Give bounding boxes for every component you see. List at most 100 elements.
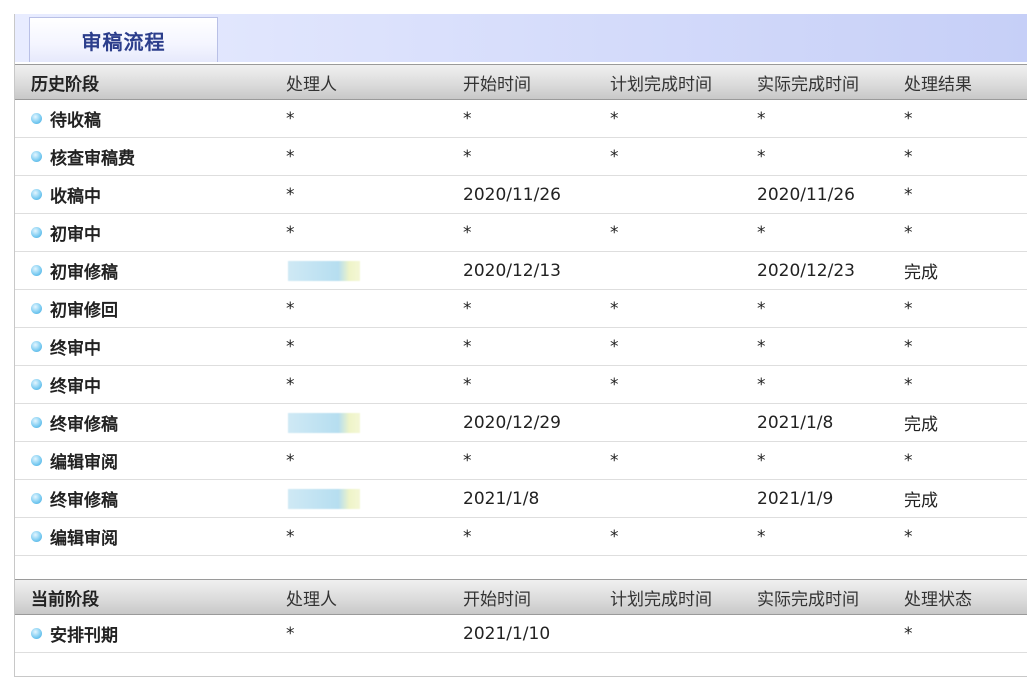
table-row: 初审修回 * * * * * [15,290,1027,328]
stage-label: 核查审稿费 [50,149,135,169]
header-actual-finish: 实际完成时间 [757,589,859,610]
header-start-time: 开始时间 [463,74,531,95]
handler-cell: * [286,184,295,205]
start-time-cell: * [463,526,472,547]
handler-cell: * [286,146,295,167]
handler-cell: * [286,298,295,319]
header-history-stage: 历史阶段 [31,74,99,95]
result-cell: * [904,184,913,205]
result-cell: 完成 [904,491,938,511]
header-actual-finish: 实际完成时间 [757,74,859,95]
actual-finish-cell: 2020/11/26 [757,184,855,205]
header-current-stage: 当前阶段 [31,589,99,610]
stage-label: 收稿中 [50,187,101,207]
tab-review-process[interactable]: 审稿流程 [29,17,218,62]
stage-cell: 终审中 [31,328,101,365]
planned-finish-cell: * [610,450,619,471]
start-time-cell: * [463,108,472,129]
result-cell: 完成 [904,415,938,435]
start-time-cell: 2020/11/26 [463,184,561,205]
stage-cell: 编辑审阅 [31,442,118,479]
history-table-header: 历史阶段 处理人 开始时间 计划完成时间 实际完成时间 处理结果 [15,64,1027,100]
actual-finish-cell: 2021/1/9 [757,488,834,509]
table-row: 安排刊期 * 2021/1/10 * [15,615,1027,653]
actual-finish-cell: * [757,336,766,357]
start-time-cell: * [463,298,472,319]
result-cell: 完成 [904,263,938,283]
redacted-handler [288,488,360,509]
stage-cell: 终审修稿 [31,404,118,441]
stage-label: 初审修稿 [50,263,118,283]
table-row: 初审中 * * * * * [15,214,1027,252]
actual-finish-cell: * [757,526,766,547]
actual-finish-cell: * [757,374,766,395]
stage-label: 待收稿 [50,111,101,131]
stage-cell: 核查审稿费 [31,138,135,175]
table-row: 编辑审阅 * * * * * [15,442,1027,480]
stage-cell: 待收稿 [31,100,101,137]
planned-finish-cell: * [610,336,619,357]
handler-cell: * [286,222,295,243]
actual-finish-cell: * [757,146,766,167]
stage-label: 初审修回 [50,301,118,321]
stage-cell: 初审修稿 [31,252,118,289]
table-row: 终审中 * * * * * [15,366,1027,404]
redacted-handler [288,412,360,433]
result-cell: * [904,298,913,319]
planned-finish-cell: * [610,526,619,547]
stage-label: 终审中 [50,339,101,359]
header-start-time: 开始时间 [463,589,531,610]
start-time-cell: * [463,222,472,243]
start-time-cell: 2020/12/13 [463,260,561,281]
table-row: 核查审稿费 * * * * * [15,138,1027,176]
current-table-header: 当前阶段 处理人 开始时间 计划完成时间 实际完成时间 处理状态 [15,579,1027,615]
result-cell: * [904,146,913,167]
bullet-icon [31,455,42,466]
handler-cell: * [286,374,295,395]
handler-cell [286,404,360,441]
stage-label: 初审中 [50,225,101,245]
start-time-cell: 2021/1/8 [463,488,540,509]
result-cell: * [904,623,913,644]
planned-finish-cell: * [610,222,619,243]
stage-cell: 初审中 [31,214,101,251]
actual-finish-cell: 2020/12/23 [757,260,855,281]
actual-finish-cell: * [757,450,766,471]
handler-cell: * [286,526,295,547]
bullet-icon [31,531,42,542]
table-row: 终审修稿 2020/12/29 2021/1/8 完成 [15,404,1027,442]
start-time-cell: * [463,450,472,471]
header-handler: 处理人 [286,589,337,610]
table-row: 终审中 * * * * * [15,328,1027,366]
actual-finish-cell: * [757,222,766,243]
result-cell: * [904,450,913,471]
stage-label: 安排刊期 [50,626,118,646]
table-row: 收稿中 * 2020/11/26 2020/11/26 * [15,176,1027,214]
table-row: 初审修稿 2020/12/13 2020/12/23 完成 [15,252,1027,290]
planned-finish-cell: * [610,298,619,319]
stage-cell: 收稿中 [31,176,101,213]
result-cell: * [904,108,913,129]
handler-cell: * [286,623,295,644]
handler-cell: * [286,336,295,357]
header-status: 处理状态 [904,589,972,610]
bullet-icon [31,151,42,162]
start-time-cell: * [463,336,472,357]
bullet-icon [31,493,42,504]
bullet-icon [31,417,42,428]
start-time-cell: 2021/1/10 [463,623,551,644]
header-result: 处理结果 [904,74,972,95]
planned-finish-cell: * [610,108,619,129]
table-row: 终审修稿 2021/1/8 2021/1/9 完成 [15,480,1027,518]
bullet-icon [31,628,42,639]
result-cell: * [904,374,913,395]
stage-cell: 初审修回 [31,290,118,327]
stage-cell: 终审中 [31,366,101,403]
stage-label: 终审修稿 [50,415,118,435]
stage-cell: 终审修稿 [31,480,118,517]
start-time-cell: 2020/12/29 [463,412,561,433]
stage-cell: 安排刊期 [31,615,118,652]
result-cell: * [904,222,913,243]
stage-label: 编辑审阅 [50,529,118,549]
handler-cell [286,480,360,517]
